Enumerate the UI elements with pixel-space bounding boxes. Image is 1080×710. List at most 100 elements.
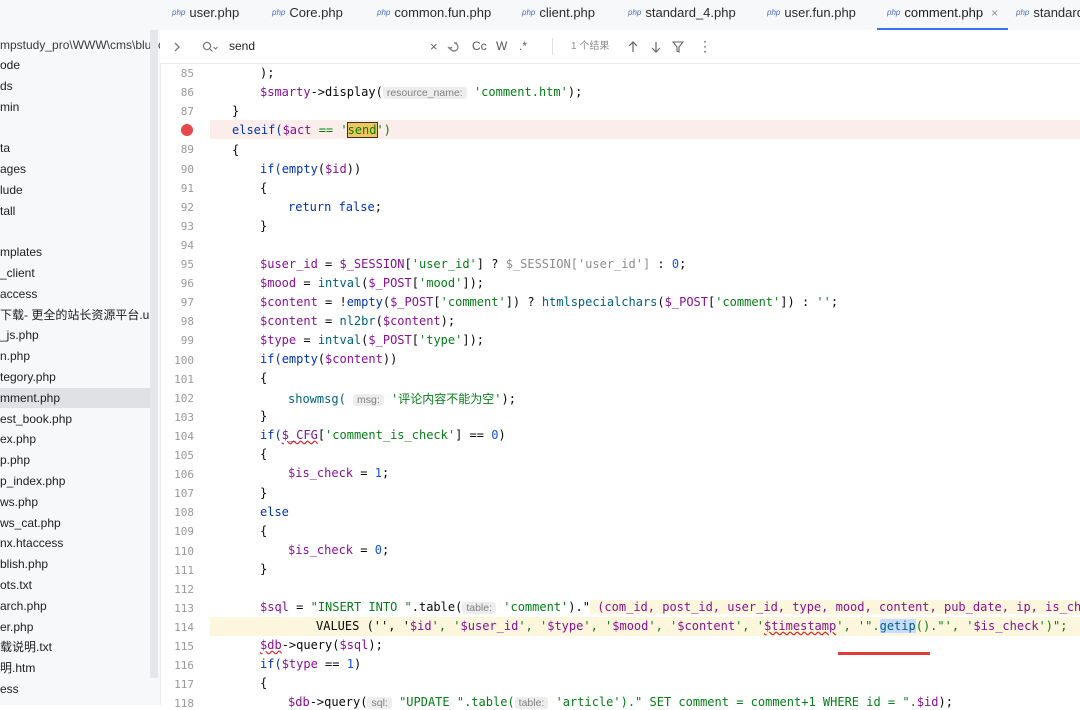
code-line-101: { <box>260 371 268 385</box>
tree-item[interactable]: ws.php <box>0 492 150 512</box>
code-line-105: { <box>260 447 268 461</box>
line-number: 109 <box>174 525 194 538</box>
code-line-118: $db->query(sql: "UPDATE ".table(table: '… <box>288 695 953 709</box>
tree-item[interactable]: ws_cat.php <box>0 513 150 533</box>
line-number: 100 <box>174 354 194 367</box>
tab-client-php[interactable]: php client.php <box>522 0 595 30</box>
project-path: mpstudy_pro\WWW\cms\bluec <box>0 38 161 52</box>
code-line-104: if($_CFG['comment_is_check'] == 0) <box>260 428 506 442</box>
tree-item[interactable]: n.php <box>0 346 150 366</box>
sidebar-scrollbar[interactable] <box>150 30 158 678</box>
php-file-icon: php <box>522 8 536 17</box>
filter-icon[interactable] <box>671 30 685 63</box>
tree-item[interactable]: er.php <box>0 617 150 637</box>
param-hint: msg: <box>353 394 384 406</box>
line-number: 104 <box>174 430 194 443</box>
tree-item[interactable]: ages <box>0 159 150 179</box>
tree-item[interactable]: est_book.php <box>0 409 150 429</box>
line-number: 103 <box>174 411 194 424</box>
line-number: 97 <box>180 296 194 309</box>
tree-item[interactable]: p_index.php <box>0 471 150 491</box>
line-number: 108 <box>174 506 194 519</box>
tab-label: Core.php <box>289 5 343 20</box>
code-line-99: $type = intval($_POST['type']); <box>260 333 485 347</box>
line-number: 107 <box>174 487 194 500</box>
search-icon[interactable] <box>202 30 218 63</box>
breakpoint-icon[interactable] <box>181 124 193 136</box>
regex-toggle[interactable]: .* <box>519 30 527 63</box>
tree-item[interactable]: p.php <box>0 450 150 470</box>
chevron-right-icon[interactable] <box>172 30 182 63</box>
line-number: 110 <box>174 545 194 558</box>
tree-item[interactable]: mment.php <box>0 388 150 408</box>
tree-item[interactable]: _client <box>0 263 150 283</box>
php-file-icon: php <box>628 8 642 17</box>
line-number: 117 <box>174 678 194 691</box>
param-hint: table: <box>514 697 549 709</box>
tree-item[interactable]: 载说明.txt <box>0 637 150 657</box>
tab-user-fun-php[interactable]: php user.fun.php <box>767 0 856 30</box>
tree-item[interactable]: blish.php <box>0 554 150 574</box>
code-line-108: else <box>260 505 289 519</box>
tree-item[interactable]: ess <box>0 679 150 699</box>
line-number: 95 <box>180 258 194 271</box>
tree-item[interactable]: nx.htaccess <box>0 533 150 553</box>
tree-item[interactable]: lude <box>0 180 150 200</box>
search-input[interactable]: send <box>229 30 255 63</box>
tree-item[interactable]: mplates <box>0 242 150 262</box>
line-number: 115 <box>174 640 194 653</box>
code-line-100: if(empty($content)) <box>260 352 398 366</box>
line-number: 98 <box>180 315 194 328</box>
code-line-114: VALUES ('', '$id', '$user_id', '$type', … <box>316 619 1068 633</box>
php-file-icon: php <box>272 8 286 17</box>
arrow-down-icon[interactable] <box>650 30 662 63</box>
code-line-106: $is_check = 1; <box>288 466 390 480</box>
close-icon[interactable]: × <box>991 6 998 20</box>
match-case-toggle[interactable]: Cc <box>472 30 487 63</box>
line-number: 105 <box>174 449 194 462</box>
tree-item[interactable]: ots.txt <box>0 575 150 595</box>
tab-core-php[interactable]: php Core.php <box>272 0 343 30</box>
tree-item[interactable]: 明.htm <box>0 658 150 678</box>
line-number: 114 <box>174 621 194 634</box>
tree-item[interactable]: 下载- 更全的站长资源平台.url <box>0 305 150 325</box>
line-number: 94 <box>180 239 194 252</box>
tree-item[interactable]: ds <box>0 76 150 96</box>
line-number: 101 <box>174 373 194 386</box>
clear-icon[interactable]: × <box>430 30 438 63</box>
tree-item[interactable]: ta <box>0 138 150 158</box>
tree-item[interactable]: ex.php <box>0 429 150 449</box>
line-number: 116 <box>174 659 194 672</box>
tree-item[interactable]: tall <box>0 201 150 221</box>
code-line-96: $mood = intval($_POST['mood']); <box>260 276 485 290</box>
tab-standard[interactable]: php standard <box>1016 0 1080 30</box>
tab-standard-4-php[interactable]: php standard_4.php <box>628 0 736 30</box>
whole-word-toggle[interactable]: W <box>496 30 507 63</box>
param-hint: resource_name: <box>382 87 467 99</box>
search-match: send <box>346 122 378 138</box>
code-line-111: } <box>260 562 268 576</box>
tree-item[interactable]: _js.php <box>0 325 150 345</box>
tree-item[interactable]: tegory.php <box>0 367 150 387</box>
arrow-up-icon[interactable] <box>627 30 639 63</box>
tree-item[interactable] <box>0 221 150 241</box>
line-number: 118 <box>174 697 194 710</box>
line-number: 99 <box>180 334 194 347</box>
line-number: 87 <box>180 105 194 118</box>
line-number: 111 <box>174 564 194 577</box>
tree-item[interactable]: min <box>0 97 150 117</box>
more-icon[interactable]: ⋮ <box>698 30 712 63</box>
code-line-90: if(empty($id)) <box>260 162 362 176</box>
tree-item[interactable] <box>0 117 150 137</box>
tree-item[interactable]: arch.php <box>0 596 150 616</box>
annotation-underline <box>838 652 930 655</box>
tab-user-php[interactable]: php user.php <box>172 0 239 30</box>
line-number: 90 <box>180 163 194 176</box>
editor-tab-bar: php user.php php Core.php php common.fun.php p… <box>160 0 1080 31</box>
code-line-116: if($type == 1) <box>260 657 362 671</box>
replace-icon[interactable] <box>447 30 461 63</box>
tab-comment-php[interactable]: php comment.php × <box>877 0 1009 30</box>
tab-common-fun-php[interactable]: php common.fun.php <box>377 0 491 30</box>
tree-item[interactable]: ode <box>0 55 150 75</box>
tree-item[interactable]: access <box>0 284 150 304</box>
